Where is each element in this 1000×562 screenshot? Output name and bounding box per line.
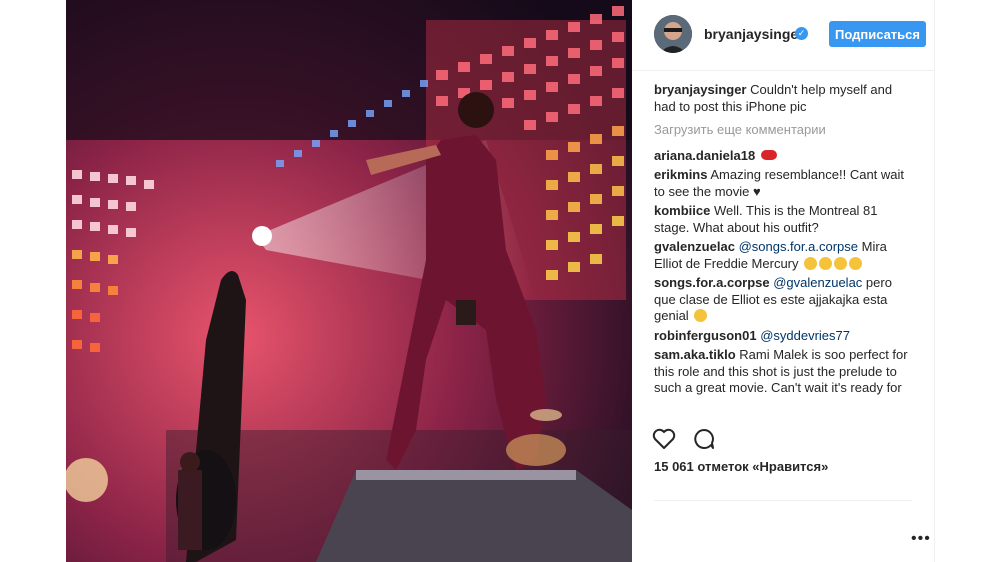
avatar[interactable] (654, 15, 692, 53)
list-item: robinferguson01 @syddevries77 (654, 328, 912, 345)
list-item: songs.for.a.corpse @gvalenzuelac pero qu… (654, 275, 912, 325)
list-item: gvalenzuelac @songs.for.a.corpse Mira El… (654, 239, 912, 272)
list-item: kombiice Well. This is the Montreal 81 s… (654, 203, 912, 236)
list-item: sam.aka.tiklo Rami Malek is soo perfect … (654, 347, 912, 397)
comment-mention[interactable]: @gvalenzuelac (773, 275, 862, 290)
comment-username[interactable]: gvalenzuelac (654, 239, 735, 254)
verified-badge-icon: ✓ (795, 27, 808, 40)
comment-mention[interactable]: @songs.for.a.corpse (739, 239, 858, 254)
post-header: bryanjaysinger ✓ Подписаться (632, 0, 934, 71)
list-item: ariana.daniela18 (654, 148, 912, 165)
username-link[interactable]: bryanjaysinger (704, 26, 804, 42)
caption: bryanjaysinger Couldn't help myself and … (654, 82, 912, 115)
load-more-comments-link[interactable]: Загрузить еще комментарии (654, 122, 912, 139)
comments-list: bryanjaysinger Couldn't help myself and … (654, 82, 912, 418)
more-options-icon[interactable]: ••• (911, 530, 931, 548)
scream-emoji-icon (849, 256, 863, 270)
divider (654, 500, 912, 501)
avatar-image (654, 15, 692, 53)
follow-button[interactable]: Подписаться (829, 21, 926, 47)
comment-username[interactable]: kombiice (654, 203, 710, 218)
comment-username[interactable]: ariana.daniela18 (654, 148, 755, 163)
heart-icon[interactable] (652, 428, 678, 452)
likes-count[interactable]: 15 061 отметок «Нравится» (654, 459, 828, 474)
concert-photo-image (66, 0, 632, 562)
comment-username[interactable]: robinferguson01 (654, 328, 757, 343)
scream-emoji-icon (819, 256, 833, 270)
comment-username[interactable]: songs.for.a.corpse (654, 275, 770, 290)
lips-emoji-icon (760, 149, 777, 160)
post-side-panel: bryanjaysinger ✓ Подписаться bryanjaysin… (632, 0, 935, 562)
scream-emoji-icon (804, 256, 818, 270)
caption-username[interactable]: bryanjaysinger (654, 82, 747, 97)
comment-username[interactable]: erikmins (654, 167, 707, 182)
comment-username[interactable]: sam.aka.tiklo (654, 347, 736, 362)
comment-mention[interactable]: @syddevries77 (760, 328, 850, 343)
list-item: erikmins Amazing resemblance!! Cant wait… (654, 167, 912, 200)
comment-icon[interactable] (692, 428, 718, 452)
scream-emoji-icon (834, 256, 848, 270)
post-photo[interactable] (66, 0, 632, 562)
scream-emoji-icon (694, 309, 708, 322)
